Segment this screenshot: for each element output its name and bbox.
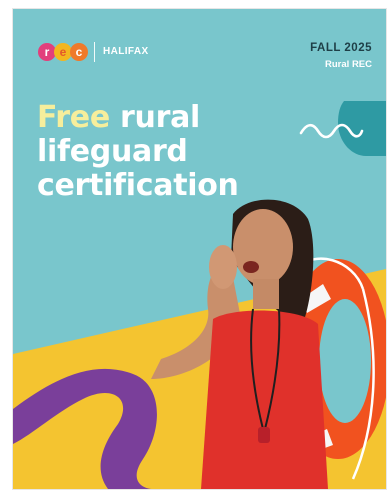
- headline-highlight: Free: [37, 100, 110, 135]
- poster: r e c HALIFAX FALL 2025 Rural REC Free r…: [12, 8, 387, 490]
- city-name: HALIFAX: [103, 46, 149, 57]
- brand-logo: r e c HALIFAX: [38, 42, 149, 62]
- rec-logo: r e c: [38, 43, 88, 61]
- logo-divider: [94, 42, 95, 62]
- corner-shape: [299, 101, 386, 156]
- rec-letter-c: c: [70, 43, 88, 61]
- headline: Free rural lifeguard certification: [37, 101, 239, 203]
- season-program: Rural REC: [325, 58, 372, 70]
- headline-line-1: Free rural: [37, 101, 239, 135]
- headline-line-2: lifeguard: [37, 134, 188, 169]
- season-block: FALL 2025 Rural REC: [310, 42, 372, 71]
- whistle-icon: [258, 427, 270, 443]
- headline-line-1-rest: rural: [109, 100, 200, 135]
- season-term: FALL 2025: [310, 42, 372, 54]
- lifeguard-photo: [151, 199, 386, 489]
